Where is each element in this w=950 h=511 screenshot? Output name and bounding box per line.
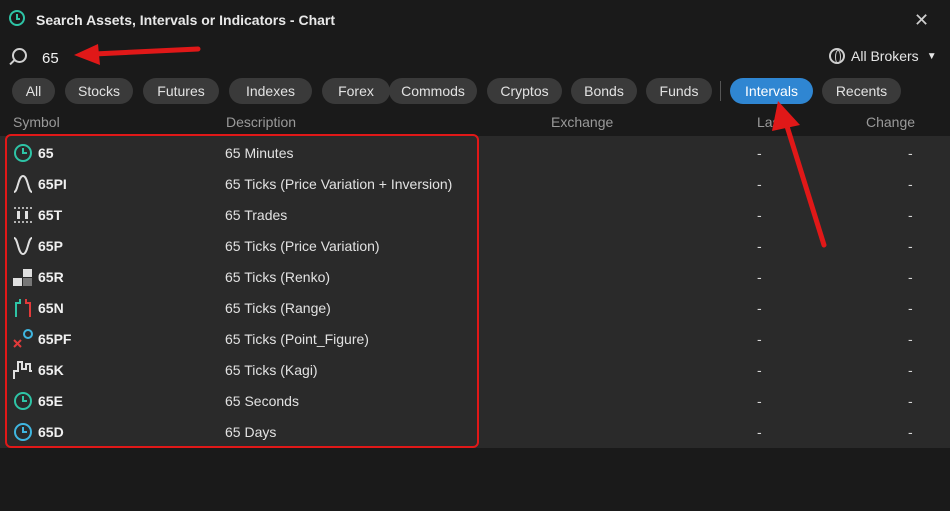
row-change: -	[908, 300, 913, 316]
row-change: -	[908, 207, 913, 223]
row-last: -	[757, 176, 762, 192]
title-bar: Search Assets, Intervals or Indicators -…	[0, 0, 950, 40]
results-highlight-box	[5, 134, 479, 448]
row-last: -	[757, 331, 762, 347]
row-change: -	[908, 362, 913, 378]
close-icon[interactable]: ✕	[914, 10, 929, 31]
row-last: -	[757, 300, 762, 316]
row-change: -	[908, 145, 913, 161]
row-change: -	[908, 269, 913, 285]
column-headers: Symbol Description Exchange Las Change	[0, 110, 950, 134]
row-last: -	[757, 238, 762, 254]
row-change: -	[908, 331, 913, 347]
tab-recents[interactable]: Recents	[822, 78, 901, 104]
window-title: Search Assets, Intervals or Indicators -…	[36, 12, 336, 28]
app-clock-icon	[9, 10, 25, 26]
header-last[interactable]: Las	[757, 114, 780, 130]
search-bar: All Brokers ▼	[0, 42, 950, 72]
row-last: -	[757, 207, 762, 223]
header-change[interactable]: Change	[866, 114, 915, 130]
tab-cryptos[interactable]: Cryptos	[487, 78, 562, 104]
search-icon	[12, 48, 27, 63]
tab-bonds[interactable]: Bonds	[571, 78, 637, 104]
tab-divider	[720, 81, 721, 101]
tab-commods[interactable]: Commods	[389, 78, 477, 104]
broker-label: All Brokers	[851, 48, 919, 64]
tab-indexes[interactable]: Indexes	[229, 78, 312, 104]
row-last: -	[757, 362, 762, 378]
row-last: -	[757, 424, 762, 440]
row-last: -	[757, 145, 762, 161]
chevron-down-icon: ▼	[926, 50, 937, 62]
row-change: -	[908, 393, 913, 409]
header-exchange[interactable]: Exchange	[551, 114, 613, 130]
tab-funds[interactable]: Funds	[646, 78, 712, 104]
row-last: -	[757, 269, 762, 285]
tab-all[interactable]: All	[12, 78, 55, 104]
row-change: -	[908, 176, 913, 192]
row-change: -	[908, 424, 913, 440]
tab-forex[interactable]: Forex	[322, 78, 390, 104]
tab-futures[interactable]: Futures	[143, 78, 219, 104]
search-input[interactable]	[40, 45, 604, 71]
header-symbol[interactable]: Symbol	[13, 114, 60, 130]
globe-icon	[829, 48, 845, 64]
row-last: -	[757, 393, 762, 409]
header-description[interactable]: Description	[226, 114, 296, 130]
tab-intervals[interactable]: Intervals	[730, 78, 813, 104]
row-change: -	[908, 238, 913, 254]
tab-stocks[interactable]: Stocks	[65, 78, 133, 104]
broker-dropdown[interactable]: All Brokers ▼	[829, 48, 937, 64]
